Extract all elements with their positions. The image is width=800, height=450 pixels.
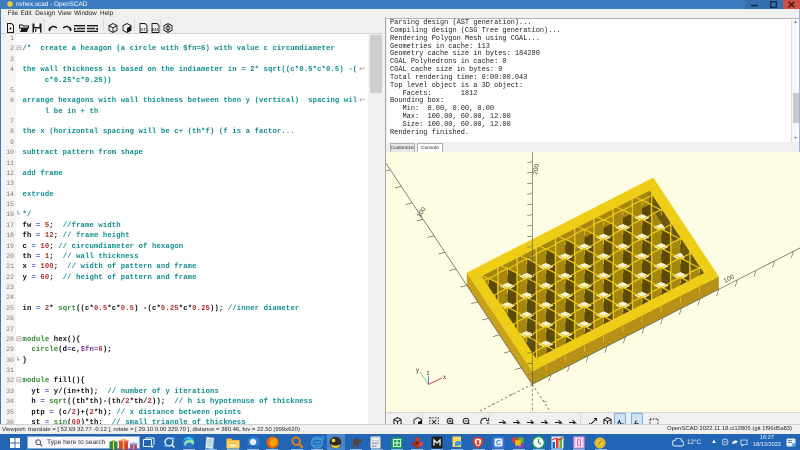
svg-text:100: 100 <box>416 206 428 219</box>
svg-text:200: 200 <box>532 163 541 175</box>
svg-text:C: C <box>496 440 501 447</box>
svg-text:y: y <box>416 368 419 374</box>
svg-text:x: x <box>443 375 446 381</box>
svg-text:z: z <box>427 371 430 377</box>
svg-text:100: 100 <box>723 273 736 284</box>
svg-text:STL: STL <box>140 27 149 32</box>
svg-text:M4: M4 <box>152 27 159 32</box>
